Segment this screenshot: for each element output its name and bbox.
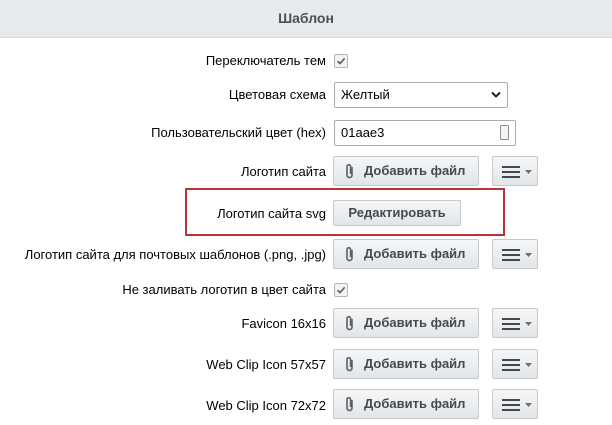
custom-color-value: 01aae3 <box>341 125 385 140</box>
webclip-72-button-label: Добавить файл <box>364 396 466 411</box>
color-picker-icon[interactable] <box>500 125 509 140</box>
menu-bars-icon <box>502 399 520 411</box>
theme-switcher-checkbox[interactable] <box>334 54 348 68</box>
color-scheme-label: Цветовая схема <box>228 87 326 102</box>
menu-bars-icon <box>502 166 520 178</box>
webclip-72-add-file-button[interactable]: Добавить файл <box>333 389 479 419</box>
menu-bars-icon <box>502 359 520 371</box>
mail-logo-button-label: Добавить файл <box>364 246 466 261</box>
no-fill-logo-checkbox[interactable] <box>334 283 348 297</box>
caret-down-icon <box>525 322 532 326</box>
mail-logo-label: Логотип сайта для почтовых шаблонов (.pn… <box>24 247 326 262</box>
custom-color-label: Пользовательский цвет (hex) <box>151 125 326 140</box>
caret-down-icon <box>525 403 532 407</box>
menu-bars-icon <box>502 318 520 330</box>
section-title: Шаблон <box>278 10 334 26</box>
webclip-72-label: Web Clip Icon 72x72 <box>206 398 326 413</box>
paperclip-icon <box>346 356 353 372</box>
paperclip-icon <box>346 163 353 179</box>
color-scheme-value: Желтый <box>341 87 390 102</box>
caret-down-icon <box>525 170 532 174</box>
site-logo-svg-label: Логотип сайта svg <box>217 206 326 221</box>
paperclip-icon <box>346 315 353 331</box>
chevron-down-icon <box>491 91 501 98</box>
webclip-57-menu-button[interactable] <box>492 349 538 379</box>
mail-logo-add-file-button[interactable]: Добавить файл <box>333 239 479 269</box>
section-header: Шаблон <box>0 0 612 38</box>
checkmark-icon <box>336 57 346 65</box>
site-logo-label: Логотип сайта <box>240 164 326 179</box>
site-logo-add-file-button[interactable]: Добавить файл <box>333 156 479 186</box>
site-logo-button-label: Добавить файл <box>364 163 466 178</box>
favicon-menu-button[interactable] <box>492 308 538 338</box>
favicon-button-label: Добавить файл <box>364 315 466 330</box>
paperclip-icon <box>346 396 353 412</box>
webclip-72-menu-button[interactable] <box>492 389 538 419</box>
custom-color-input[interactable]: 01aae3 <box>334 120 516 146</box>
favicon-label: Favicon 16x16 <box>241 316 326 331</box>
no-fill-logo-label: Не заливать логотип в цвет сайта <box>122 282 326 297</box>
checkmark-icon <box>336 286 346 294</box>
edit-button-label: Редактировать <box>348 205 446 220</box>
webclip-57-button-label: Добавить файл <box>364 356 466 371</box>
menu-bars-icon <box>502 249 520 261</box>
paperclip-icon <box>346 246 353 262</box>
favicon-add-file-button[interactable]: Добавить файл <box>333 308 479 338</box>
edit-button[interactable]: Редактировать <box>333 200 461 226</box>
webclip-57-label: Web Clip Icon 57x57 <box>206 357 326 372</box>
site-logo-menu-button[interactable] <box>492 156 538 186</box>
color-scheme-select[interactable]: Желтый <box>334 82 508 108</box>
theme-switcher-label: Переключатель тем <box>205 53 326 68</box>
webclip-57-add-file-button[interactable]: Добавить файл <box>333 349 479 379</box>
caret-down-icon <box>525 363 532 367</box>
mail-logo-menu-button[interactable] <box>492 239 538 269</box>
caret-down-icon <box>525 253 532 257</box>
